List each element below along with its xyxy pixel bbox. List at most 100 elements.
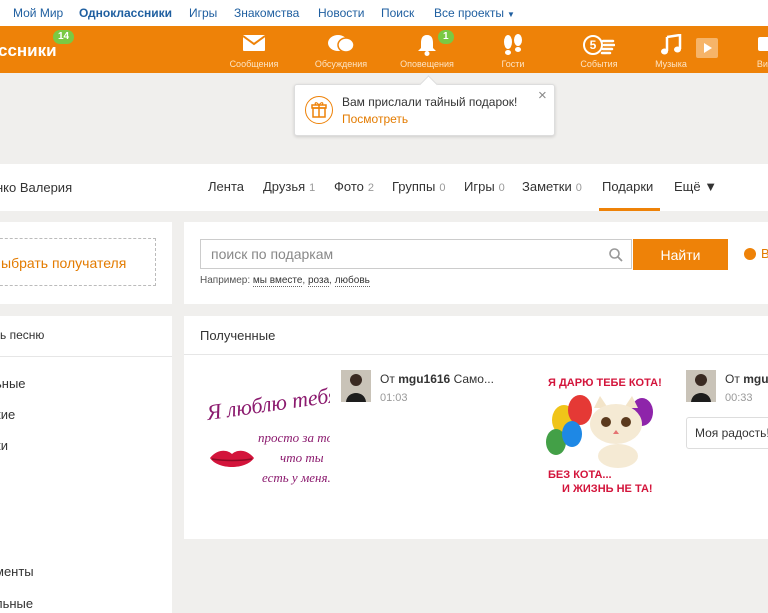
- portal-bar: Мой Мир Одноклассники Игры Знакомства Но…: [0, 0, 768, 26]
- svg-text:5: 5: [590, 38, 597, 52]
- toolbar-guests-label: Гости: [501, 59, 525, 69]
- category-item[interactable]: ки: [0, 438, 8, 453]
- gift-sender: От mgu: [725, 372, 768, 386]
- toolbar-guests[interactable]: Гости: [473, 26, 553, 73]
- search-icon[interactable]: [609, 248, 623, 262]
- gift-time: 01:03: [380, 392, 408, 404]
- example-link[interactable]: роза: [307, 275, 330, 287]
- gift-sender: От mgu1616 Само...: [380, 372, 494, 386]
- music-note-icon: [661, 34, 682, 55]
- play-video-icon[interactable]: [696, 38, 718, 58]
- site-logo[interactable]: ссники: [0, 41, 57, 61]
- tab-games[interactable]: Игры 0: [464, 179, 505, 194]
- tab-notes[interactable]: Заметки 0: [522, 179, 582, 194]
- tab-friends-count: 1: [309, 182, 316, 194]
- toolbar-discussions-label: Обсуждения: [314, 59, 368, 69]
- sender-prefix: От: [725, 372, 740, 386]
- tab-groups[interactable]: Группы 0: [392, 179, 445, 194]
- tab-games-count: 0: [498, 182, 505, 194]
- toolbar-video[interactable]: Вид: [725, 26, 768, 73]
- five-hand-icon: 5: [583, 35, 615, 55]
- sender-link[interactable]: mgu1616: [398, 372, 450, 386]
- tab-photos[interactable]: Фото 2: [334, 179, 374, 194]
- gift-card-text: Я люблю тебя: [204, 382, 330, 425]
- notifications-badge: 1: [438, 30, 454, 44]
- sender-link[interactable]: mgu: [743, 372, 768, 386]
- notification-view-link[interactable]: Посмотреть: [342, 112, 408, 126]
- category-item[interactable]: льные: [0, 596, 33, 611]
- received-gifts-title: Полученные: [200, 328, 276, 343]
- category-item[interactable]: ьные: [0, 376, 26, 391]
- divider: [184, 354, 768, 355]
- tab-feed-label: Лента: [208, 179, 244, 194]
- tab-groups-label: Группы: [392, 179, 436, 194]
- toolbar-notifications-label: Оповещения: [400, 59, 454, 69]
- category-item[interactable]: менты: [0, 564, 34, 579]
- gift-icon: [305, 96, 333, 124]
- received-gifts-panel: Полученные Я люблю тебя просто за то, чт…: [184, 316, 768, 539]
- examples-prefix: Например:: [200, 275, 251, 286]
- tab-feed[interactable]: Лента: [208, 179, 244, 194]
- avatar[interactable]: [341, 370, 371, 402]
- gift-search-panel: Найти Например: мы вместе, роза, любовь …: [184, 222, 768, 304]
- chat-bubbles-icon: [328, 35, 355, 53]
- gift-card-text: что ты: [280, 450, 324, 465]
- toolbar-notifications[interactable]: 1 Оповещения: [387, 26, 467, 73]
- gift-card-text: Я ДАРЮ ТЕБЕ КОТА!: [548, 377, 662, 389]
- toolbar-music-label: Музыка: [655, 59, 687, 69]
- notification-message: Вам прислали тайный подарок!: [342, 95, 518, 109]
- category-item[interactable]: кие: [0, 407, 15, 422]
- gift-categories-panel: ь песню ьные кие ки менты льные: [0, 316, 172, 613]
- camera-icon: [758, 37, 768, 51]
- toolbar-events-label: События: [580, 59, 618, 69]
- gift-comment-text: Моя радость!: [695, 426, 768, 440]
- example-link[interactable]: любовь: [334, 275, 370, 287]
- tab-photos-count: 2: [367, 182, 374, 194]
- portal-link-my-world[interactable]: Мой Мир: [13, 6, 63, 20]
- profile-nav-bar: нко Валерия Лента Друзья 1 Фото 2 Группы 0 …: [0, 164, 768, 211]
- portal-link-odnoklassniki[interactable]: Одноклассники: [79, 6, 172, 20]
- song-gift-link[interactable]: ь песню: [0, 328, 44, 342]
- coin-icon: [744, 248, 756, 260]
- gift-card-love[interactable]: Я люблю тебя просто за то, что ты есть у…: [200, 370, 330, 498]
- popup-arrow: [419, 75, 438, 94]
- example-link[interactable]: мы вместе: [252, 275, 303, 287]
- gift-card-text: есть у меня..: [262, 470, 330, 485]
- portal-link-games[interactable]: Игры: [189, 6, 217, 20]
- toolbar-events[interactable]: 5 События: [559, 26, 639, 73]
- search-button[interactable]: Найти: [633, 239, 728, 270]
- tab-gifts[interactable]: Подарки: [602, 179, 653, 194]
- kitten-icon: [590, 396, 642, 468]
- toolbar-messages[interactable]: Сообщения: [214, 26, 294, 73]
- portal-link-dating[interactable]: Знакомства: [234, 6, 299, 20]
- portal-link-all-projects[interactable]: Все проекты ▼: [434, 6, 515, 20]
- tab-gifts-label: Подарки: [602, 179, 654, 194]
- toolbar-discussions[interactable]: Обсуждения: [301, 26, 381, 73]
- avatar[interactable]: [686, 370, 716, 402]
- profile-name[interactable]: нко Валерия: [0, 180, 72, 195]
- tab-friends[interactable]: Друзья 1: [263, 179, 315, 194]
- sender-suffix: Само...: [453, 372, 494, 386]
- active-tab-indicator: [599, 208, 660, 211]
- close-icon[interactable]: ×: [538, 87, 547, 104]
- gift-card-text: просто за то,: [258, 430, 330, 445]
- notification-popup: Вам прислали тайный подарок! Посмотреть …: [294, 75, 555, 136]
- portal-link-search[interactable]: Поиск: [381, 6, 414, 20]
- extra-link[interactable]: В: [761, 246, 768, 261]
- tab-games-label: Игры: [464, 179, 495, 194]
- tab-photos-label: Фото: [334, 179, 364, 194]
- toolbar-video-label: Вид: [756, 59, 768, 69]
- main-toolbar: ссники 14 Сообщения Обсуждения 1 Оповеще…: [0, 26, 768, 73]
- portal-link-news[interactable]: Новости: [318, 6, 364, 20]
- gift-search-input[interactable]: [200, 239, 632, 269]
- tab-notes-label: Заметки: [522, 179, 572, 194]
- chevron-down-icon: ▼: [507, 10, 515, 19]
- choose-recipient-button[interactable]: ыбрать получателя: [0, 238, 156, 286]
- gift-card-text: И ЖИЗНЬ НЕ ТА!: [562, 483, 653, 495]
- bell-icon: [418, 35, 436, 56]
- tab-more[interactable]: Ещё ▼: [674, 179, 717, 194]
- recipient-panel: ыбрать получателя: [0, 222, 172, 304]
- gift-card-cat[interactable]: Я ДАРЮ ТЕБЕ КОТА! БЕЗ КОТА... И ЖИЗНЬ НЕ…: [542, 368, 672, 500]
- search-examples: Например: мы вместе, роза, любовь: [200, 275, 370, 287]
- lips-icon: [210, 450, 254, 467]
